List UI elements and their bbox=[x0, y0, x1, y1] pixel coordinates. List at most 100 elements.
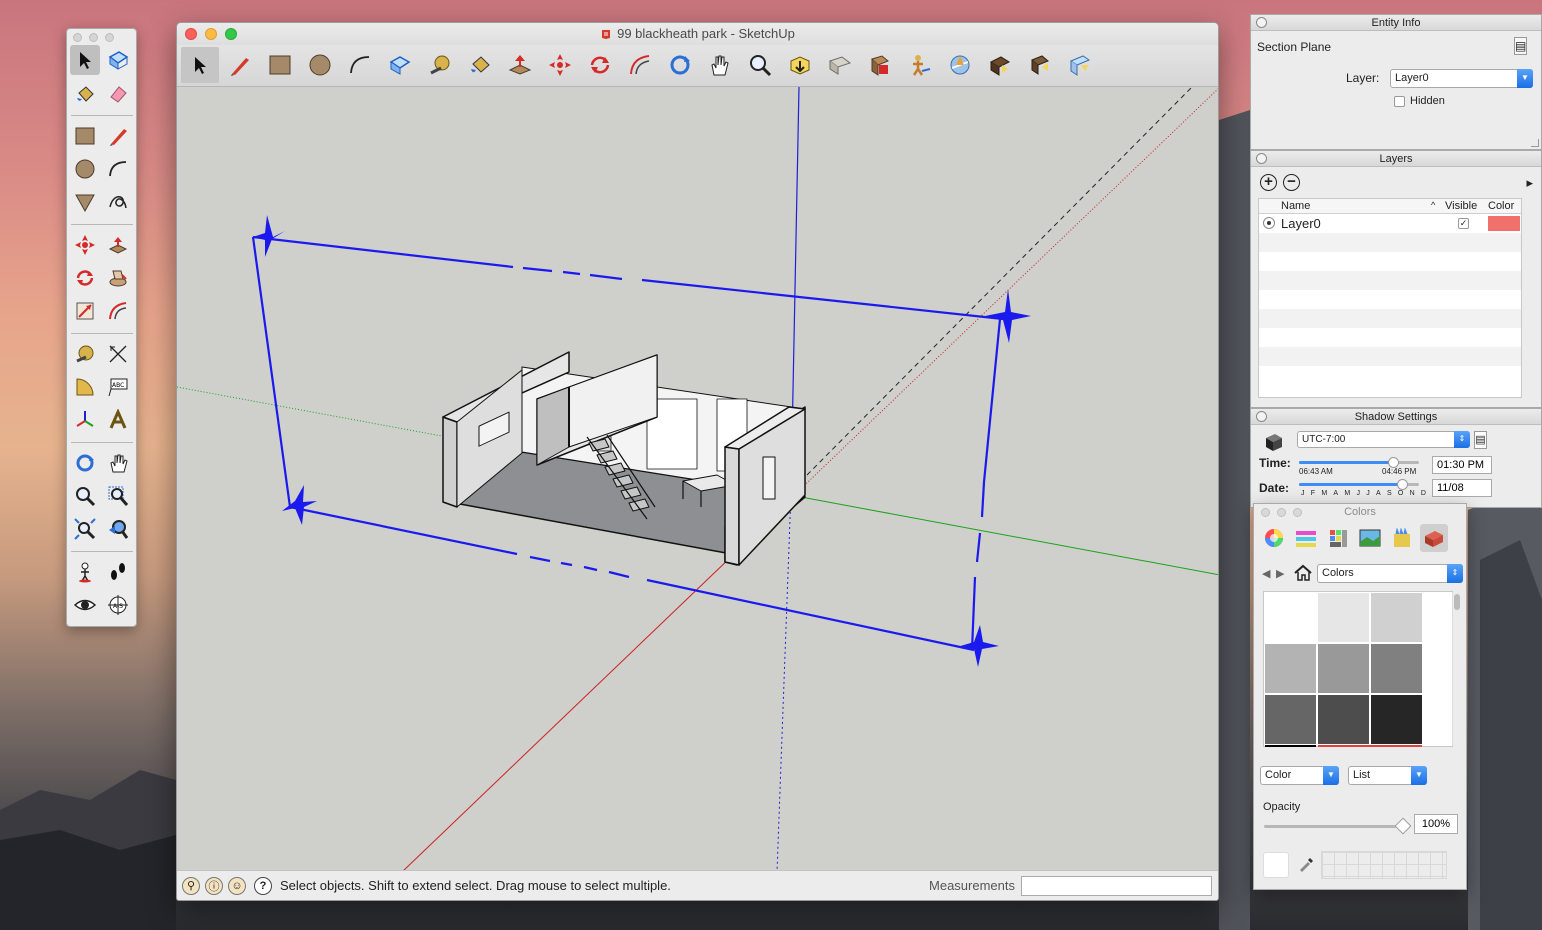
toolbar-warehouse-button[interactable] bbox=[821, 47, 859, 83]
date-slider-thumb[interactable] bbox=[1397, 479, 1409, 490]
window-titlebar[interactable]: 99 blackheath park - SketchUp bbox=[177, 23, 1218, 45]
window-close-button[interactable] bbox=[185, 28, 197, 40]
make-component-button[interactable] bbox=[103, 45, 133, 75]
material-swatch[interactable] bbox=[1371, 593, 1422, 642]
protractor-tool-button[interactable] bbox=[70, 372, 100, 402]
column-header-name[interactable]: Name bbox=[1281, 200, 1310, 212]
axes-tool-button[interactable] bbox=[70, 405, 100, 435]
walk-tool-button[interactable] bbox=[103, 557, 133, 587]
toolbar-extension-warehouse-button[interactable] bbox=[981, 47, 1019, 83]
palette-titlebar[interactable] bbox=[67, 29, 136, 45]
toolbar-line-button[interactable] bbox=[221, 47, 259, 83]
toolbar-sandbox-button[interactable] bbox=[901, 47, 939, 83]
column-header-visible[interactable]: Visible bbox=[1445, 200, 1477, 212]
color-home-button[interactable] bbox=[1294, 564, 1312, 584]
eraser-tool-button[interactable] bbox=[103, 79, 133, 109]
entity-info-expand-button[interactable]: ▤ bbox=[1514, 37, 1527, 55]
viewport-canvas[interactable] bbox=[177, 86, 1219, 873]
select-tool-button[interactable] bbox=[70, 45, 100, 75]
geo-location-status-icon[interactable]: ⚲ bbox=[182, 876, 200, 895]
date-slider[interactable] bbox=[1299, 479, 1419, 490]
toolbar-make-component-button[interactable] bbox=[381, 47, 419, 83]
colors-zoom-button[interactable] bbox=[1293, 508, 1302, 517]
shadow-expand-button[interactable]: ▤ bbox=[1474, 431, 1487, 449]
modeling-viewport[interactable] bbox=[177, 86, 1219, 873]
window-minimize-button[interactable] bbox=[205, 28, 217, 40]
toolbar-arc-button[interactable] bbox=[341, 47, 379, 83]
rotate-tool-button[interactable] bbox=[70, 263, 100, 293]
dimension-tool-button[interactable] bbox=[103, 339, 133, 369]
3d-text-tool-button[interactable] bbox=[103, 405, 133, 435]
zoom-extents-tool-button[interactable] bbox=[70, 514, 100, 544]
building-model[interactable] bbox=[442, 351, 806, 566]
colors-close-button[interactable] bbox=[1261, 508, 1270, 517]
tab-image-palettes[interactable] bbox=[1356, 524, 1384, 552]
material-library-select[interactable]: Colors ⇕ bbox=[1317, 564, 1463, 583]
orbit-tool-button[interactable] bbox=[70, 448, 100, 478]
arc-tool-button[interactable] bbox=[103, 154, 133, 184]
shadow-settings-titlebar[interactable]: Shadow Settings bbox=[1251, 409, 1541, 425]
material-swatch[interactable] bbox=[1318, 644, 1369, 693]
color-nav-back-button[interactable]: ◀ bbox=[1262, 567, 1270, 580]
zoom-window-tool-button[interactable] bbox=[103, 481, 133, 511]
opacity-input[interactable] bbox=[1414, 814, 1458, 834]
move-tool-button[interactable] bbox=[70, 230, 100, 260]
layers-close-button[interactable] bbox=[1256, 153, 1267, 164]
tape-measure-tool-button[interactable] bbox=[70, 339, 100, 369]
material-swatch[interactable] bbox=[1265, 644, 1316, 693]
material-swatch[interactable] bbox=[1371, 695, 1422, 744]
push-pull-tool-button[interactable] bbox=[103, 230, 133, 260]
entity-info-close-button[interactable] bbox=[1256, 17, 1267, 28]
toolbar-tape-measure-button[interactable] bbox=[421, 47, 459, 83]
polygon-tool-button[interactable] bbox=[70, 187, 100, 217]
toolbar-rectangle-button[interactable] bbox=[261, 47, 299, 83]
rectangle-tool-button[interactable] bbox=[70, 121, 100, 151]
offset-tool-button[interactable] bbox=[103, 296, 133, 326]
colors-titlebar[interactable]: Colors bbox=[1254, 504, 1466, 521]
pan-tool-button[interactable] bbox=[103, 448, 133, 478]
sign-in-status-icon[interactable]: ☺ bbox=[228, 876, 246, 895]
eyedropper-button[interactable] bbox=[1298, 856, 1314, 875]
toolbar-orbit-button[interactable] bbox=[661, 47, 699, 83]
timezone-select[interactable]: UTC-7:00 ⇕ bbox=[1297, 431, 1470, 448]
view-mode-select[interactable]: List ▼ bbox=[1348, 766, 1427, 785]
toolbar-rotate-button[interactable] bbox=[581, 47, 619, 83]
toolbar-offset-button[interactable] bbox=[621, 47, 659, 83]
toolbar-circle-button[interactable] bbox=[301, 47, 339, 83]
opacity-slider-thumb[interactable] bbox=[1394, 817, 1412, 835]
entity-layer-select[interactable]: Layer0 ▼ bbox=[1390, 69, 1533, 88]
time-input[interactable] bbox=[1432, 456, 1492, 474]
material-swatch[interactable] bbox=[1318, 695, 1369, 744]
time-slider[interactable] bbox=[1299, 457, 1419, 468]
current-color-well[interactable] bbox=[1263, 852, 1289, 878]
layers-titlebar[interactable]: Layers bbox=[1251, 151, 1541, 167]
column-header-color[interactable]: Color bbox=[1488, 200, 1514, 212]
position-camera-tool-button[interactable] bbox=[70, 557, 100, 587]
layer-row[interactable]: Layer0 ✓ bbox=[1259, 214, 1521, 233]
tab-color-palettes[interactable] bbox=[1324, 524, 1352, 552]
shadow-settings-close-button[interactable] bbox=[1256, 411, 1267, 422]
material-swatch[interactable] bbox=[1318, 593, 1369, 642]
scale-tool-button[interactable] bbox=[70, 296, 100, 326]
material-swatch[interactable] bbox=[1265, 593, 1316, 642]
color-mode-select[interactable]: Color ▼ bbox=[1260, 766, 1339, 785]
entity-info-titlebar[interactable]: Entity Info bbox=[1251, 15, 1541, 31]
zoom-tool-button[interactable] bbox=[70, 481, 100, 511]
delete-layer-button[interactable]: − bbox=[1283, 174, 1300, 191]
credits-status-icon[interactable]: ⓘ bbox=[205, 876, 223, 895]
toolbar-zoom-extents-button[interactable] bbox=[781, 47, 819, 83]
text-tool-button[interactable]: ABC bbox=[103, 372, 133, 402]
material-swatch[interactable] bbox=[1371, 644, 1422, 693]
tab-color-wheel[interactable] bbox=[1260, 524, 1288, 552]
palette-zoom-button[interactable] bbox=[105, 33, 114, 42]
circle-tool-button[interactable] bbox=[70, 154, 100, 184]
tab-color-sliders[interactable] bbox=[1292, 524, 1320, 552]
instructor-help-icon[interactable]: ? bbox=[254, 876, 272, 895]
toolbar-push-pull-button[interactable] bbox=[501, 47, 539, 83]
toolbar-send-to-layout-button[interactable] bbox=[1061, 47, 1099, 83]
paint-bucket-tool-button[interactable] bbox=[70, 79, 100, 109]
line-tool-button[interactable] bbox=[103, 121, 133, 151]
opacity-slider[interactable] bbox=[1264, 817, 1412, 835]
toolbar-select-button[interactable] bbox=[181, 47, 219, 83]
toolbar-pan-button[interactable] bbox=[701, 47, 739, 83]
